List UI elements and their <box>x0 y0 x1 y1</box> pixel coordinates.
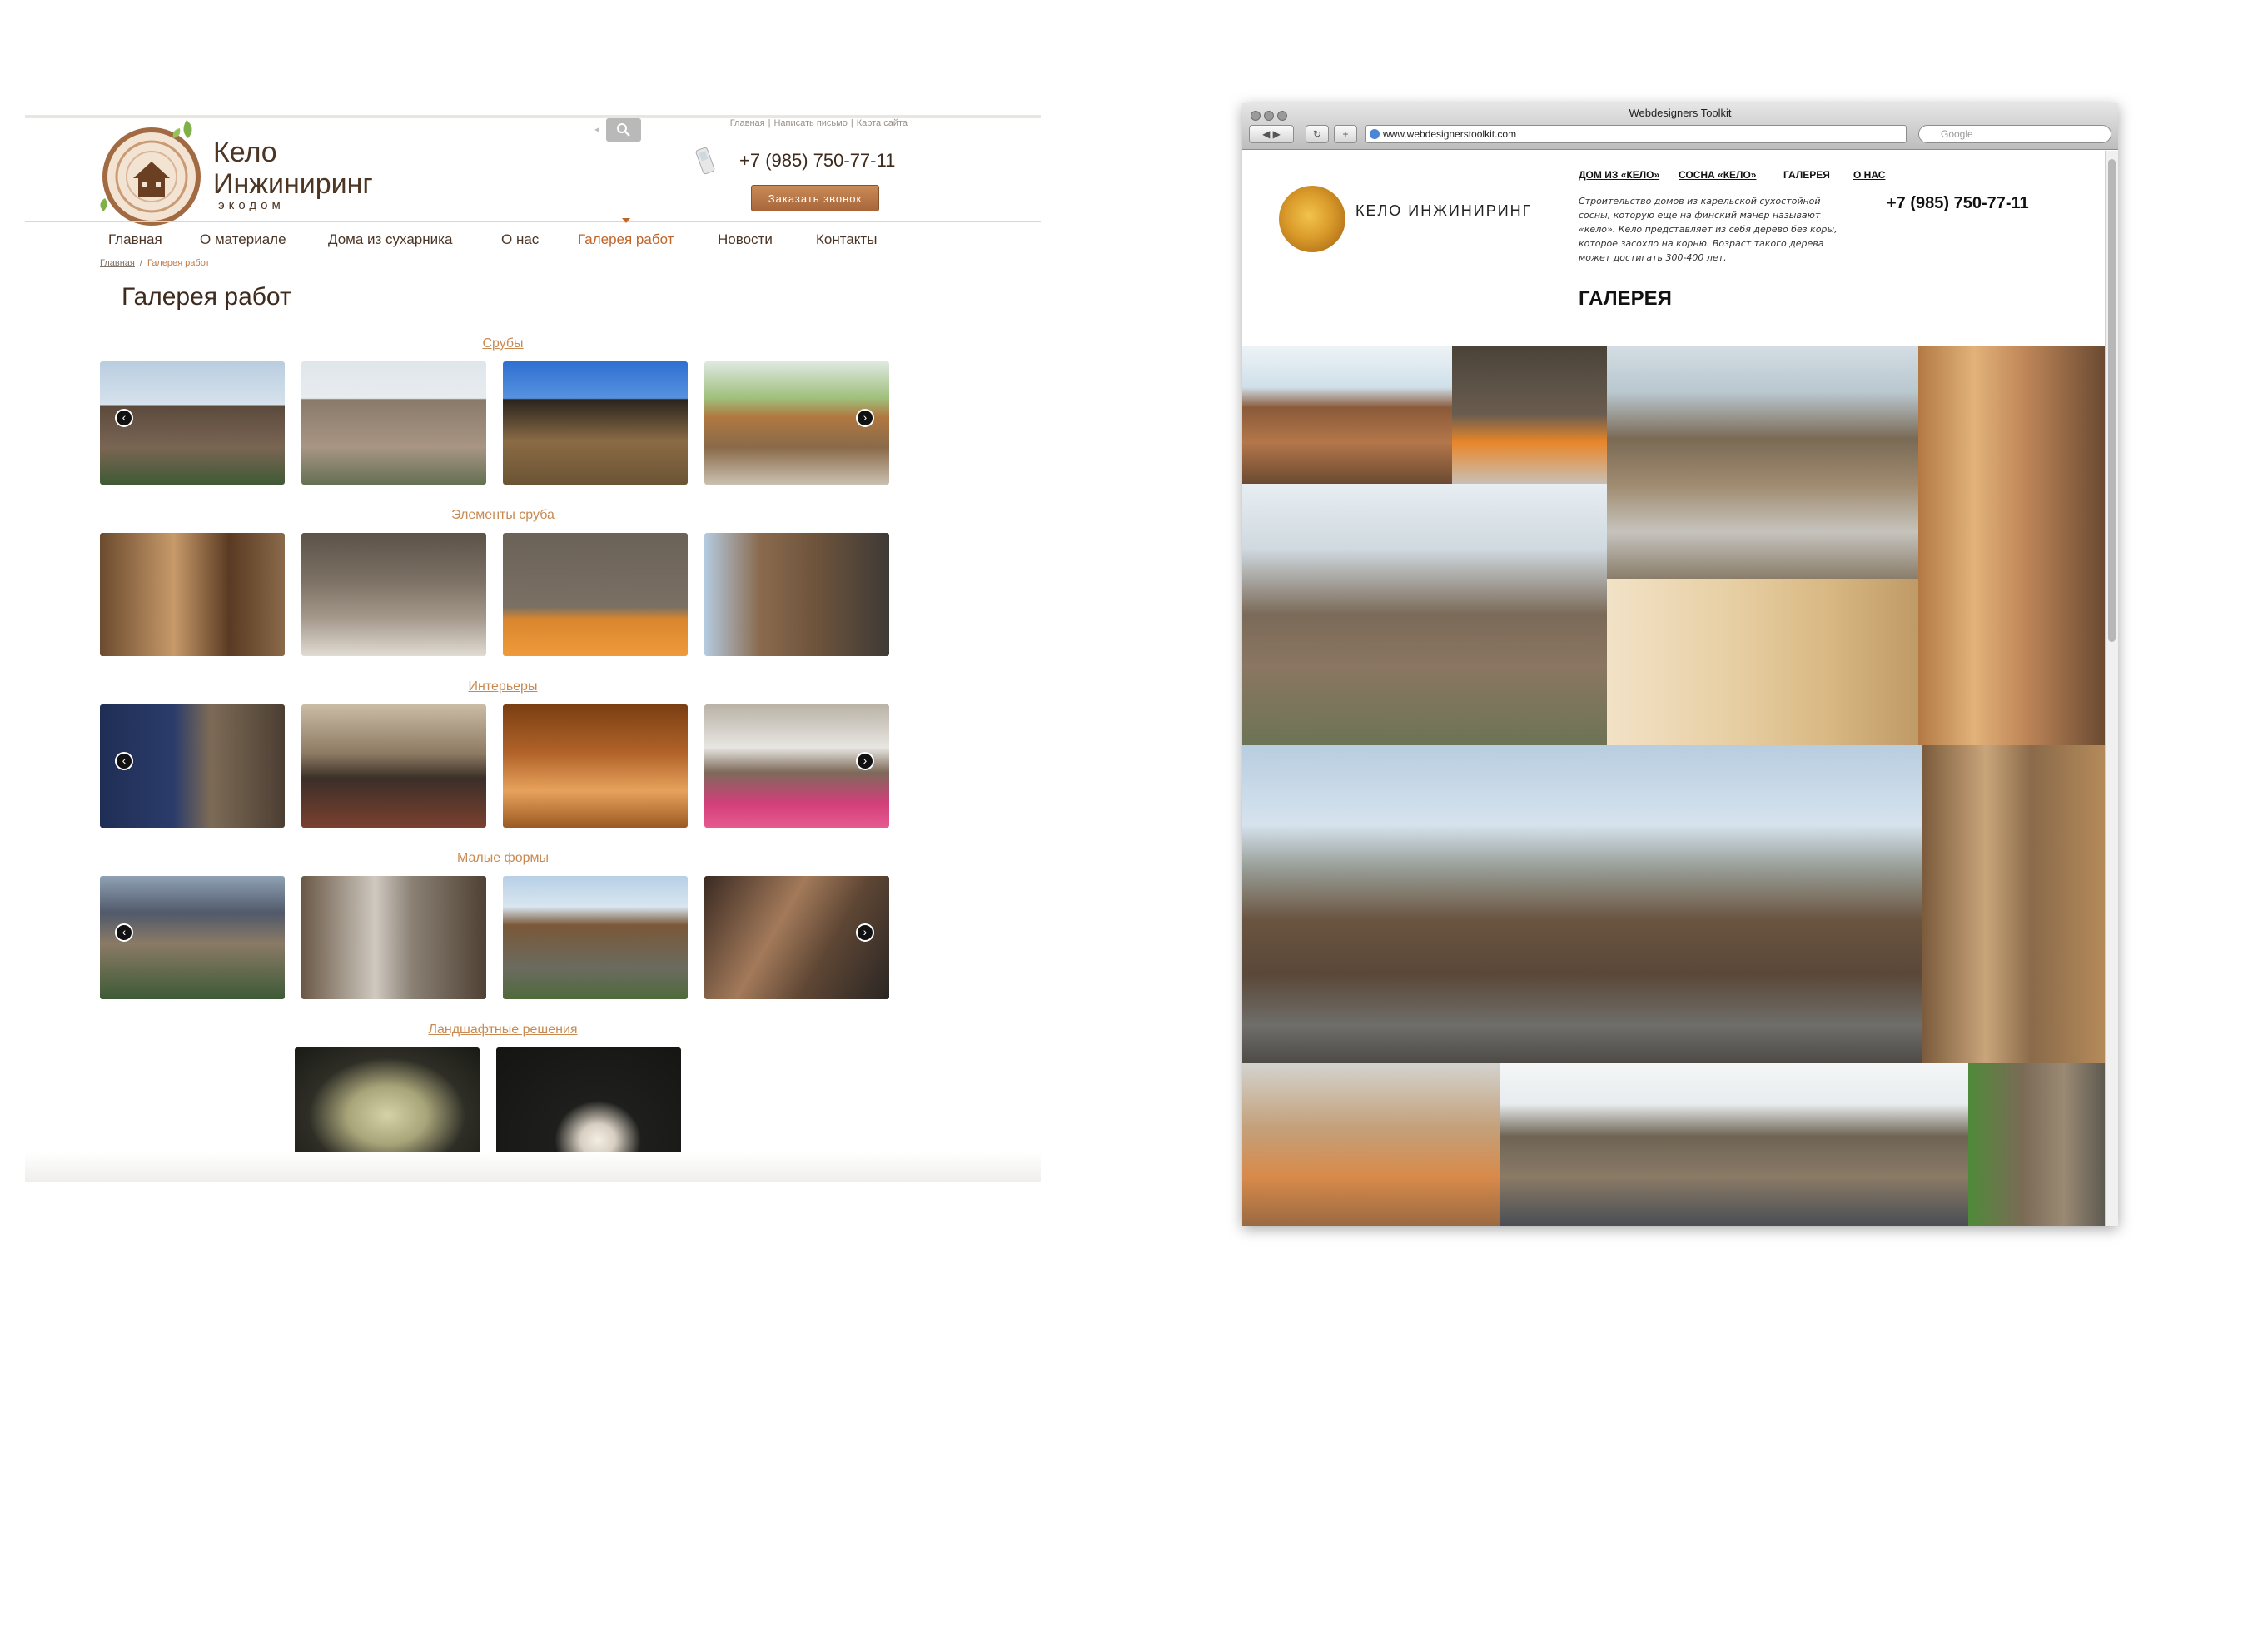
gallery-thumb[interactable] <box>704 533 889 656</box>
gallery-thumb[interactable]: › <box>704 361 889 485</box>
add-bookmark-button[interactable]: + <box>1334 125 1357 143</box>
nav-item-material[interactable]: О материале <box>200 231 286 248</box>
address-bar-url: www.webdesignerstoolkit.com <box>1383 128 1517 140</box>
carousel-next-button[interactable]: › <box>856 409 874 427</box>
carousel-prev-button[interactable]: ‹ <box>115 752 133 770</box>
site-phone[interactable]: +7 (985) 750-77-11 <box>1887 194 2029 213</box>
back-forward-button[interactable]: ◀ ▶ <box>1249 125 1294 143</box>
site-page-title: ГАЛЕРЕЯ <box>1579 287 1672 310</box>
gallery-thumb[interactable]: › <box>704 876 889 999</box>
carousel-next-button[interactable]: › <box>856 923 874 942</box>
gallery-thumb[interactable] <box>100 533 285 656</box>
footer-fade <box>25 1152 1041 1182</box>
nav-item-about[interactable]: О нас <box>501 231 539 248</box>
site-nav-gallery[interactable]: ГАЛЕРЕЯ <box>1783 169 1830 181</box>
utility-links: Главная | Написать письмо | Карта сайта <box>729 118 908 128</box>
gallery-thumb[interactable] <box>503 876 688 999</box>
gallery-thumb[interactable] <box>503 361 688 485</box>
mosaic-photo[interactable] <box>1918 346 2105 745</box>
phone-number[interactable]: +7 (985) 750-77-11 <box>739 150 895 172</box>
breadcrumb-home[interactable]: Главная <box>100 258 135 268</box>
utility-link-sitemap[interactable]: Карта сайта <box>857 118 908 128</box>
browser-window: Webdesigners Toolkit ◀ ▶ ↻ + www.webdesi… <box>1242 103 2118 1226</box>
page-title: Галерея работ <box>122 283 291 311</box>
scrollbar-thumb[interactable] <box>2108 159 2116 642</box>
nav-item-gallery[interactable]: Галерея работ <box>578 231 674 248</box>
gallery-thumb[interactable] <box>301 533 486 656</box>
search-field-placeholder: Google <box>1941 128 1973 140</box>
mosaic-photo[interactable] <box>1242 745 1922 1063</box>
breadcrumb: Главная / Галерея работ <box>100 258 210 268</box>
site-nav-pine[interactable]: СОСНА «КЕЛО» <box>1679 169 1756 181</box>
mosaic-photo[interactable] <box>1242 484 1607 745</box>
site-description: Строительство домов из карельской сухост… <box>1579 196 1838 263</box>
utility-link-home[interactable]: Главная <box>730 118 765 128</box>
gallery-thumb[interactable] <box>301 876 486 999</box>
gallery-thumb[interactable]: ‹ <box>100 361 285 485</box>
gallery-thumb[interactable] <box>301 704 486 828</box>
gallery-thumb[interactable] <box>301 361 486 485</box>
utility-link-write[interactable]: Написать письмо <box>773 118 847 128</box>
callback-button[interactable]: Заказать звонок <box>751 185 879 211</box>
reload-button[interactable]: ↻ <box>1306 125 1329 143</box>
browser-toolbar: Webdesigners Toolkit ◀ ▶ ↻ + www.webdesi… <box>1242 103 2118 150</box>
search-icon <box>617 123 630 137</box>
vertical-scrollbar[interactable] <box>2105 151 2118 1226</box>
gallery-thumb[interactable]: ‹ <box>100 704 285 828</box>
category-title-small-forms[interactable]: Малые формы <box>25 851 981 866</box>
gallery-thumb[interactable] <box>503 533 688 656</box>
category-title-landscape[interactable]: Ландшафтные решения <box>25 1023 981 1037</box>
breadcrumb-current: Галерея работ <box>147 258 210 268</box>
site-nav-house[interactable]: ДОМ ИЗ «КЕЛО» <box>1579 169 1659 181</box>
carousel-prev-button[interactable]: ‹ <box>115 409 133 427</box>
wood-log-logo-icon[interactable] <box>1279 186 1345 252</box>
gallery-thumb[interactable] <box>503 704 688 828</box>
mosaic-photo[interactable] <box>1968 1063 2105 1226</box>
nav-item-news[interactable]: Новости <box>718 231 773 248</box>
window-title: Webdesigners Toolkit <box>1629 107 1732 119</box>
site-nav-about[interactable]: О НАС <box>1853 169 1885 181</box>
left-site-mockup: ◂ Главная | Написать письмо | Карта сайта Ке… <box>25 115 1041 1182</box>
search-toggle-icon[interactable]: ◂ <box>594 123 599 135</box>
category-title-srubs[interactable]: Срубы <box>25 336 981 351</box>
address-bar[interactable]: www.webdesignerstoolkit.com <box>1365 125 1907 143</box>
mosaic-photo[interactable] <box>1922 745 2105 1063</box>
web-page: КЕЛО ИНЖИНИРИНГ ДОМ ИЗ «КЕЛО» СОСНА «КЕЛ… <box>1242 151 2105 1226</box>
nav-item-home[interactable]: Главная <box>108 231 162 248</box>
mosaic-photo[interactable] <box>1242 1063 1500 1226</box>
mosaic-photo[interactable] <box>1607 346 1918 579</box>
nav-item-contacts[interactable]: Контакты <box>816 231 877 248</box>
brand-tagline: экодом <box>218 198 285 212</box>
mosaic-photo[interactable] <box>1500 1063 1968 1226</box>
mosaic-photo[interactable] <box>1607 579 1918 745</box>
search-field[interactable]: Google <box>1918 125 2111 143</box>
gallery-thumb[interactable]: › <box>704 704 889 828</box>
brand-line-2: Инжиниринг <box>213 168 373 200</box>
active-nav-marker <box>622 218 630 223</box>
globe-icon <box>1370 129 1380 139</box>
mobile-phone-icon <box>695 147 715 175</box>
nav-divider <box>25 221 1041 222</box>
brand-line-1: Кело <box>213 137 277 168</box>
nav-item-houses[interactable]: Дома из сухарника <box>328 231 452 248</box>
search-button[interactable] <box>606 118 641 142</box>
mosaic-photo[interactable] <box>1452 346 1607 484</box>
site-brand[interactable]: КЕЛО ИНЖИНИРИНГ <box>1355 202 1532 220</box>
gallery-thumb[interactable]: ‹ <box>100 876 285 999</box>
carousel-next-button[interactable]: › <box>856 752 874 770</box>
category-title-elements[interactable]: Элементы сруба <box>25 508 981 523</box>
carousel-prev-button[interactable]: ‹ <box>115 923 133 942</box>
logo-icon[interactable] <box>93 115 210 231</box>
mosaic-photo[interactable] <box>1242 346 1452 484</box>
category-title-interiors[interactable]: Интерьеры <box>25 679 981 694</box>
